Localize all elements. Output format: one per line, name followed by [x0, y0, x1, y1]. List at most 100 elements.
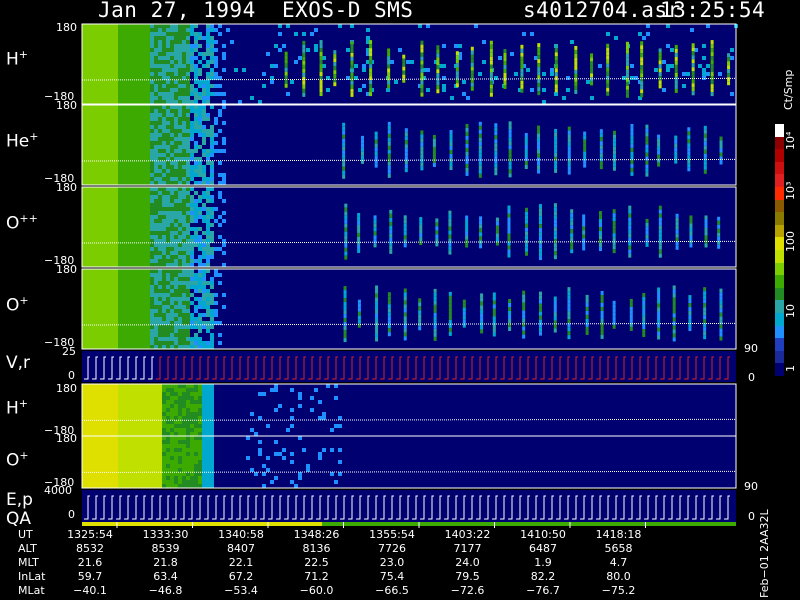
ephem-cell: 79.5 [455, 570, 480, 583]
ephem-cell: 1348:26 [293, 528, 340, 541]
ephem-row-mlat: MLat −40.1 −46.8 −53.4 −60.0 −66.5 −72.6 −76.7 −… [0, 584, 740, 597]
colorbar-swatch [775, 287, 784, 301]
colorbar-swatch [775, 262, 784, 276]
ephem-cell: −40.1 [73, 584, 107, 597]
panel-o-plus-2 [81, 435, 737, 489]
ephem-cell: 22.1 [228, 556, 254, 569]
colorbar-label-1: 1 [784, 365, 797, 372]
colorbar-swatch [775, 136, 784, 150]
colorbar-label-1e4: 10⁴ [784, 131, 797, 150]
ephem-cell: 67.2 [228, 570, 254, 583]
ephem-cell: −46.8 [148, 584, 183, 597]
ephem-cell: 8136 [302, 542, 331, 555]
ephem-cell: 21.6 [77, 556, 103, 569]
ephem-row-mlt: MLT 21.6 21.8 22.1 22.5 23.0 24.0 1.9 4.7 [0, 556, 740, 569]
colorbar-swatch [775, 174, 784, 188]
colorbar-swatch [775, 250, 784, 264]
ephem-cell: −72.6 [450, 584, 485, 597]
ephem-cell: 22.5 [304, 556, 329, 569]
panel-o-plus-1 [81, 268, 737, 350]
ytick-top-8: 4000 [44, 484, 72, 497]
ephem-cell: 75.4 [379, 570, 405, 583]
ephem-cell: 71.2 [304, 570, 329, 583]
ephem-cell: 4.7 [609, 556, 628, 569]
ephem-cell: 1.9 [534, 556, 552, 569]
ephem-cell: 7726 [378, 542, 406, 555]
ephem-cell: 1325:54 [67, 528, 113, 541]
side-label: Feb−01 2AA32L [758, 509, 771, 598]
right-axis-vr-bot: 0 [748, 371, 755, 384]
colorbar [775, 124, 784, 377]
ephem-cell: −53.4 [224, 584, 258, 597]
colorbar-swatch [775, 300, 784, 314]
colorbar-swatch [775, 187, 784, 201]
panel-label-h-plus-1: H+ [6, 48, 29, 70]
ephem-cell: 8539 [151, 542, 180, 555]
colorbar-swatch [775, 350, 784, 364]
ytick-top-1: 180 [56, 21, 77, 34]
ephem-cell: 1418:18 [595, 528, 642, 541]
panel-vr [82, 351, 736, 382]
colorbar-swatch [775, 224, 784, 238]
ephem-cell: 7177 [453, 542, 482, 555]
ephem-cell: 1410:50 [520, 528, 566, 541]
ytick-top-4: 180 [56, 263, 77, 276]
colorbar-swatch [775, 237, 784, 251]
ephem-cell: 1355:54 [369, 528, 415, 541]
panel-h-plus-1 [81, 23, 738, 105]
ephem-row-ut: UT 1325:54 1333:30 1340:58 1348:26 1355:54 140… [0, 528, 740, 541]
ephem-cell: −60.0 [299, 584, 334, 597]
ytick-bot-5: 0 [68, 369, 75, 382]
panel-label-vr: V,r [6, 353, 31, 373]
ephem-cell: −66.5 [375, 584, 409, 597]
panel-label-qa: QA [6, 509, 32, 529]
spectrogram-panels [81, 23, 738, 528]
ephem-cell: 21.8 [153, 556, 178, 569]
panel-label-o-plus-2: O+ [6, 449, 29, 471]
ephem-cell: 63.4 [153, 570, 178, 583]
panel-he-plus [81, 104, 737, 186]
panel-label-o-plusplus: O++ [6, 212, 38, 234]
ytick-bot-8: 0 [68, 508, 75, 521]
ephem-row-alt: ALT 8532 8539 8407 8136 7726 7177 6487 5658 [0, 542, 740, 555]
colorbar-label-1e3: 10³ [784, 181, 797, 200]
ephem-cell: 6487 [529, 542, 557, 555]
ephem-cell: 1340:58 [218, 528, 264, 541]
ephem-row-label: InLat [18, 570, 46, 583]
ephem-cell: 80.0 [606, 570, 631, 583]
panel-label-o-plus-1: O+ [6, 294, 29, 316]
ytick-top-5: 25 [62, 345, 76, 358]
colorbar-label-100: 100 [784, 231, 797, 252]
panel-h-plus-2 [81, 383, 737, 437]
panel-ep [82, 490, 736, 526]
colorbar-unit: Ct/Smp [782, 69, 795, 110]
colorbar-swatch [775, 199, 784, 213]
panel-label-ep: E,p [6, 490, 33, 510]
colorbar-label-10: 10 [784, 304, 797, 318]
colorbar-swatch [775, 124, 784, 138]
ephem-cell: 24.0 [455, 556, 480, 569]
ephem-row-label: MLT [18, 556, 39, 569]
ephem-row-label: ALT [18, 542, 37, 555]
colorbar-swatch [775, 149, 784, 163]
panel-o-plusplus [81, 186, 737, 268]
right-axis-ep-bot: 0 [748, 510, 755, 523]
ephem-cell: 59.7 [77, 570, 103, 583]
right-axis-ep-top: 90 [744, 480, 758, 493]
ephem-cell: 8532 [76, 542, 104, 555]
ephem-cell: 1333:30 [142, 528, 189, 541]
colorbar-swatch [775, 212, 784, 226]
ephem-row-inlat: InLat 59.7 63.4 67.2 71.2 75.4 79.5 82.2 80.0 [0, 570, 740, 583]
ytick-top-7: 180 [56, 432, 77, 445]
ephemeris-table: UT 1325:54 1333:30 1340:58 1348:26 1355:54 140… [0, 528, 745, 600]
ephem-cell: 8407 [227, 542, 255, 555]
colorbar-swatch [775, 161, 784, 175]
ephem-row-label: UT [18, 528, 33, 541]
ephem-cell: 5658 [604, 542, 633, 555]
ytick-top-6: 180 [56, 382, 77, 395]
panel-label-he-plus: He+ [6, 130, 39, 152]
exos-d-sms-spectrogram: Jan 27, 1994 EXOS-D SMS s4012704.asr 13:… [0, 0, 800, 600]
ephem-cell: −75.2 [601, 584, 636, 597]
ytick-top-2: 180 [56, 99, 77, 112]
colorbar-swatch [775, 313, 784, 327]
